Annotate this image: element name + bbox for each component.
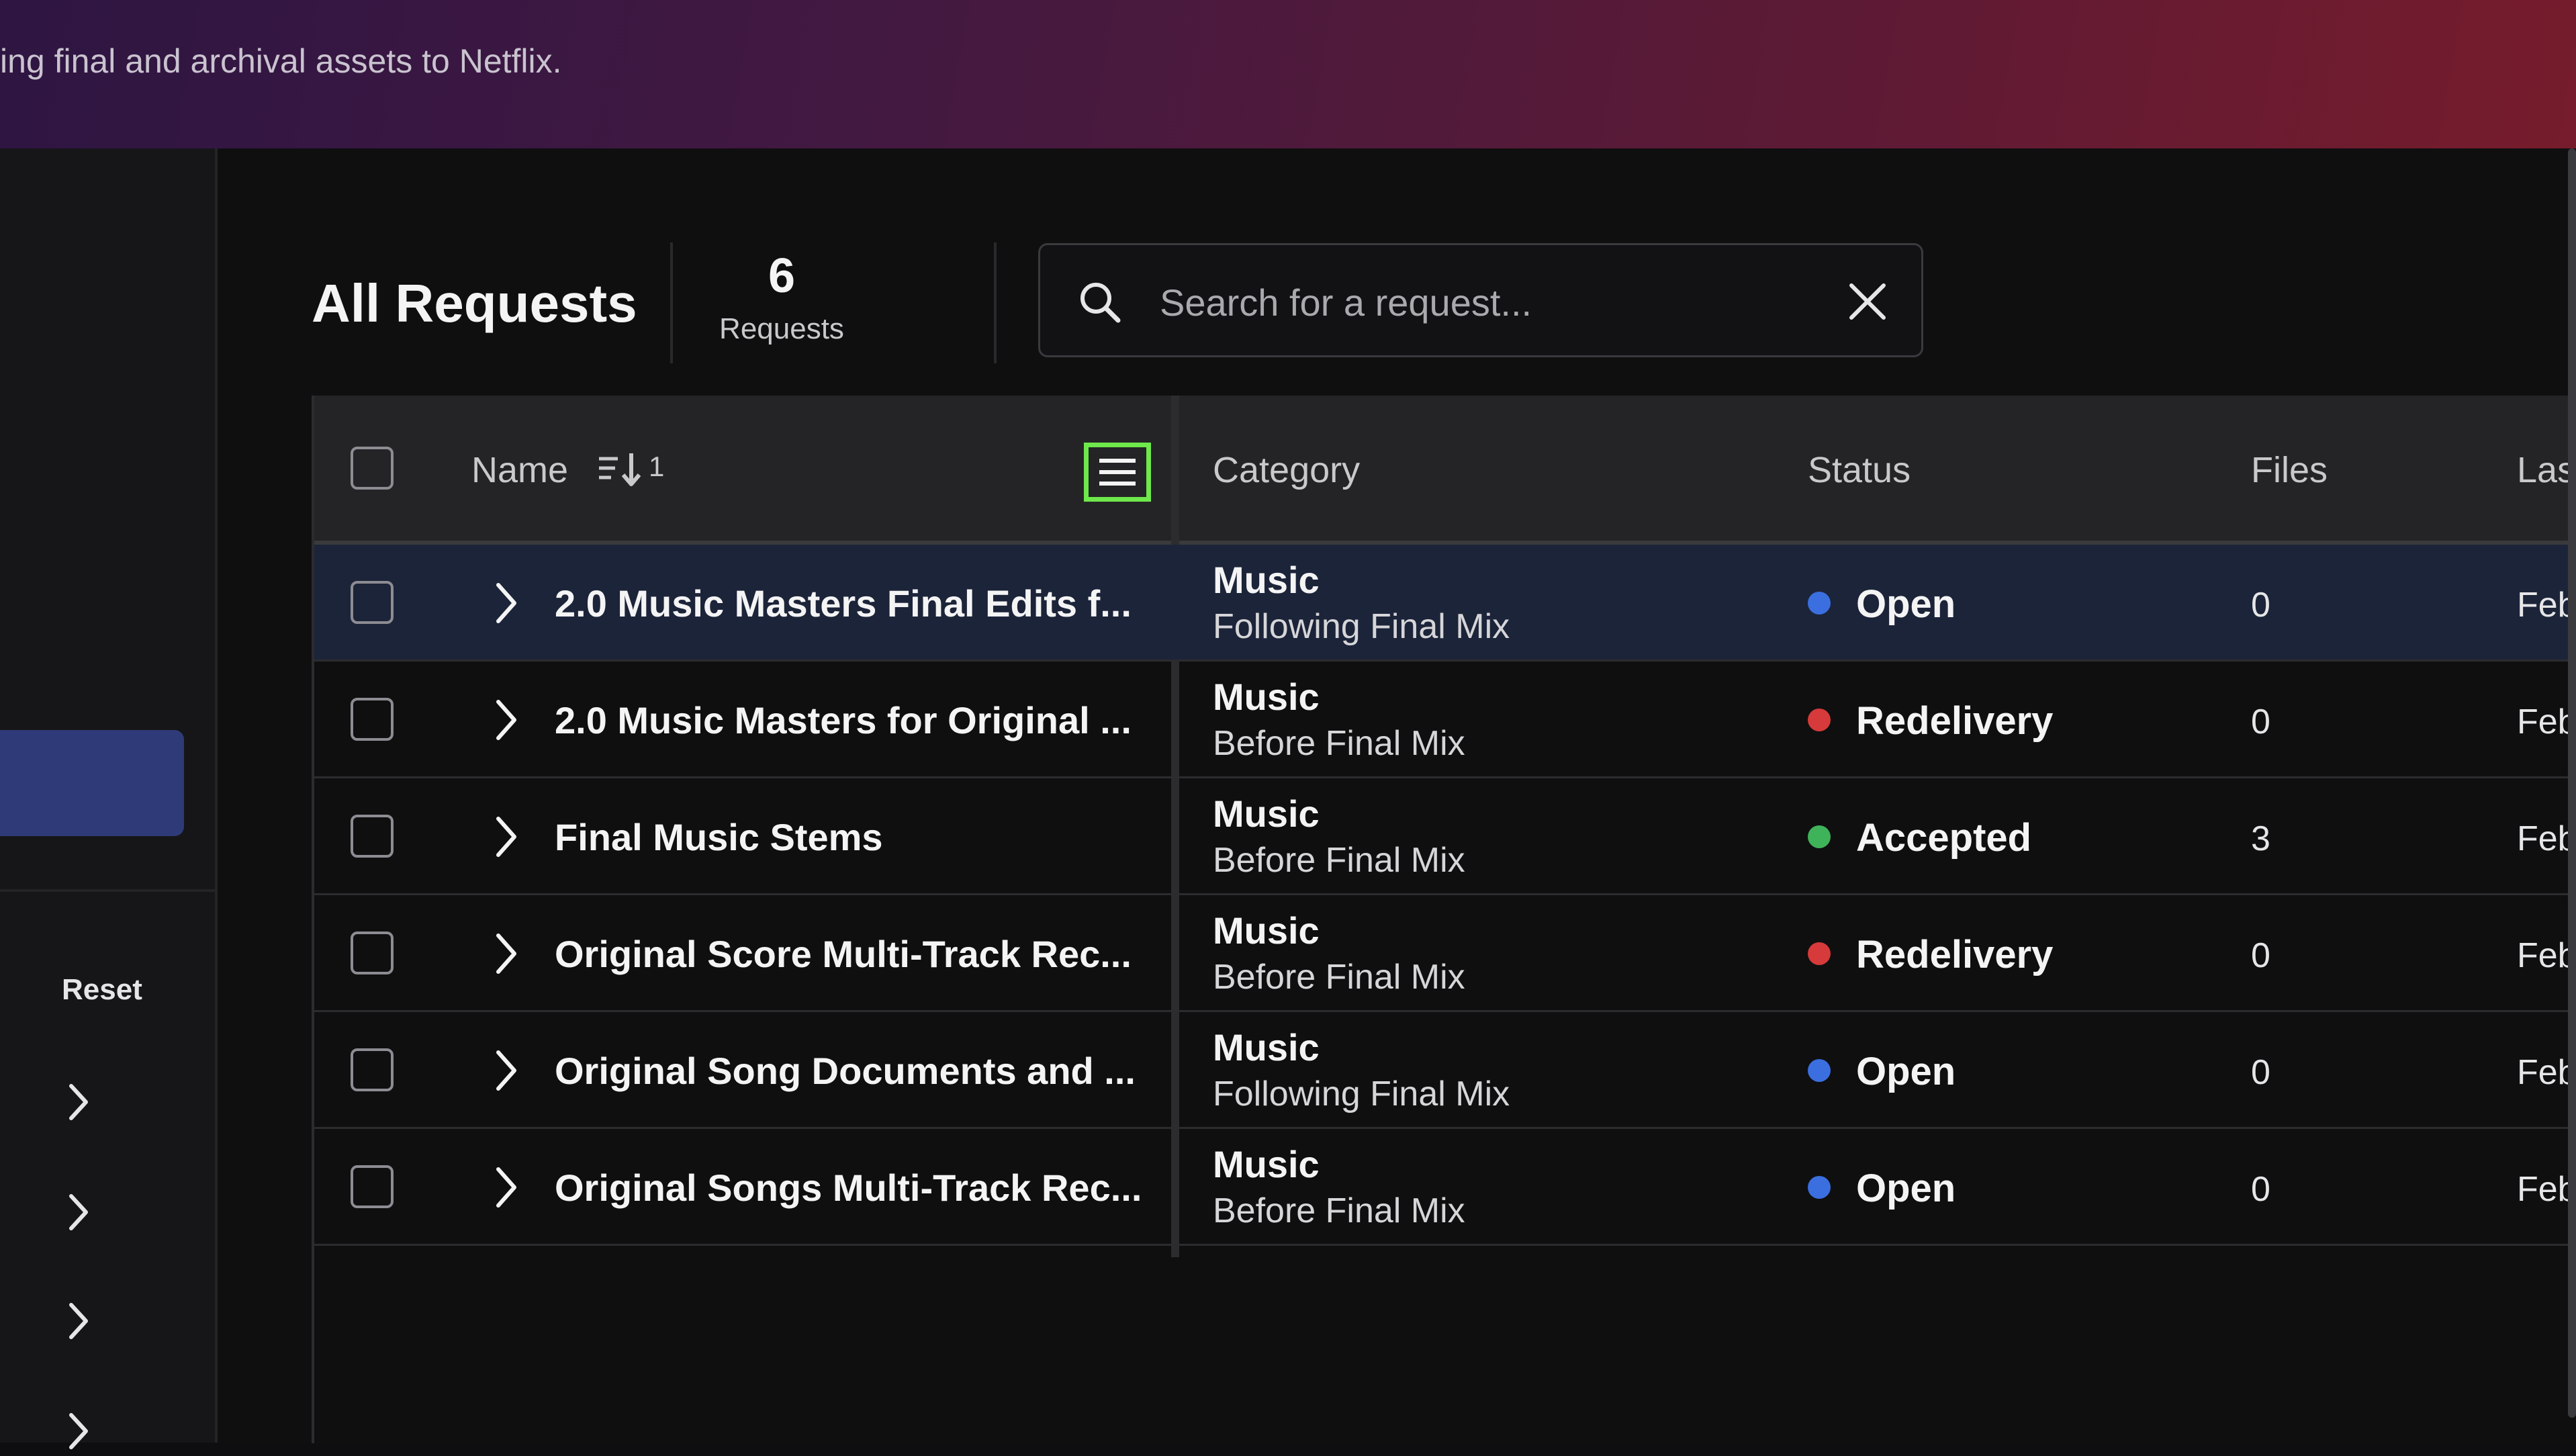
last-modified-date: Feb	[2517, 1053, 2576, 1092]
file-count: 0	[2251, 586, 2270, 625]
row-checkbox[interactable]	[351, 581, 394, 624]
status-badge: Open	[1856, 1167, 1956, 1210]
request-category: Music	[1213, 1026, 1320, 1068]
request-subcategory: Following Final Mix	[1213, 1075, 1510, 1113]
status-dot-redelivery	[1808, 709, 1831, 731]
search-icon	[1080, 283, 1121, 323]
chevron-right-icon[interactable]	[64, 1411, 91, 1451]
table-row[interactable]: Original Songs Multi-Track Rec... Music …	[314, 1129, 2576, 1246]
status-badge: Open	[1856, 1050, 1956, 1093]
status-dot-open	[1808, 592, 1831, 615]
header-divider	[994, 242, 997, 363]
file-count: 0	[2251, 1053, 2270, 1092]
header-divider	[670, 242, 673, 363]
file-count: 3	[2251, 819, 2270, 858]
request-name[interactable]: Original Songs Multi-Track Rec...	[555, 1166, 1142, 1210]
chevron-right-icon[interactable]	[64, 1301, 91, 1341]
last-modified-date: Feb	[2517, 819, 2576, 858]
status-badge: Redelivery	[1856, 933, 2054, 976]
vertical-scrollbar[interactable]	[2568, 148, 2576, 1418]
file-count: 0	[2251, 936, 2270, 975]
request-subcategory: Before Final Mix	[1213, 724, 1465, 763]
table-row[interactable]: Original Song Documents and ... Music Fo…	[314, 1012, 2576, 1129]
chevron-right-icon[interactable]	[64, 1082, 91, 1122]
request-category: Music	[1213, 676, 1320, 718]
request-category: Music	[1213, 792, 1320, 835]
page-title: All Requests	[312, 273, 637, 333]
column-header-name[interactable]: Name	[471, 449, 568, 491]
request-name[interactable]: 2.0 Music Masters Final Edits f...	[555, 582, 1132, 625]
row-checkbox[interactable]	[351, 815, 394, 858]
status-dot-open	[1808, 1176, 1831, 1199]
menu-icon	[1099, 459, 1136, 486]
file-count: 0	[2251, 702, 2270, 741]
column-header-status[interactable]: Status	[1808, 449, 1911, 491]
table-header: Name 1 Category Status Files Las	[314, 396, 2576, 545]
request-name[interactable]: Final Music Stems	[555, 815, 883, 859]
main-content: All Requests 6 Requests Name	[218, 148, 2576, 1443]
row-checkbox[interactable]	[351, 1165, 394, 1208]
last-modified-date: Feb	[2517, 1170, 2576, 1209]
column-menu-button[interactable]	[1084, 443, 1151, 502]
request-count-value: 6	[768, 249, 796, 303]
last-modified-date: Feb	[2517, 702, 2576, 741]
request-category: Music	[1213, 909, 1320, 952]
table-row[interactable]: 2.0 Music Masters for Original ... Music…	[314, 662, 2576, 778]
chevron-right-icon[interactable]	[492, 813, 520, 860]
status-badge: Accepted	[1856, 816, 2032, 860]
status-badge: Redelivery	[1856, 699, 2054, 743]
status-badge: Open	[1856, 582, 1956, 626]
sort-order-indicator: 1	[649, 451, 665, 482]
search-box	[1038, 243, 1923, 357]
table-row[interactable]: Original Score Multi-Track Rec... Music …	[314, 895, 2576, 1012]
chevron-right-icon[interactable]	[492, 930, 520, 977]
status-dot-redelivery	[1808, 942, 1831, 965]
column-header-last-modified[interactable]: Las	[2517, 449, 2575, 491]
request-subcategory: Before Final Mix	[1213, 841, 1465, 880]
row-checkbox[interactable]	[351, 1048, 394, 1091]
chevron-right-icon[interactable]	[64, 1192, 91, 1232]
request-subcategory: Following Final Mix	[1213, 607, 1510, 646]
request-name[interactable]: Original Score Multi-Track Rec...	[555, 932, 1132, 976]
column-header-files[interactable]: Files	[2251, 449, 2328, 491]
request-count: 6 Requests	[674, 249, 889, 346]
reset-filters-button[interactable]: Reset	[62, 973, 142, 1007]
row-checkbox[interactable]	[351, 931, 394, 974]
last-modified-date: Feb	[2517, 936, 2576, 975]
chevron-right-icon[interactable]	[492, 1164, 520, 1211]
request-count-label: Requests	[719, 312, 844, 345]
request-subcategory: Before Final Mix	[1213, 1191, 1465, 1230]
request-category: Music	[1213, 1143, 1320, 1185]
header-banner: ing final and archival assets to Netflix…	[0, 0, 2576, 148]
request-name[interactable]: 2.0 Music Masters for Original ...	[555, 698, 1132, 742]
sidebar-selected-item[interactable]	[0, 730, 184, 836]
column-header-category[interactable]: Category	[1213, 449, 1360, 491]
request-name[interactable]: Original Song Documents and ...	[555, 1049, 1136, 1093]
close-icon[interactable]	[1846, 280, 1889, 323]
search-input[interactable]	[1158, 269, 1765, 335]
banner-description: ing final and archival assets to Netflix…	[0, 42, 562, 80]
page: ing final and archival assets to Netflix…	[0, 0, 2576, 1456]
status-dot-open	[1808, 1059, 1831, 1082]
requests-table: Name 1 Category Status Files Las 2.0 Mus…	[312, 396, 2576, 1443]
request-subcategory: Before Final Mix	[1213, 958, 1465, 997]
chevron-right-icon[interactable]	[492, 696, 520, 743]
table-row[interactable]: Final Music Stems Music Before Final Mix…	[314, 778, 2576, 895]
last-modified-date: Feb	[2517, 586, 2576, 625]
table-row[interactable]: 2.0 Music Masters Final Edits f... Music…	[314, 545, 2576, 662]
file-count: 0	[2251, 1170, 2270, 1209]
sidebar: Reset	[0, 148, 218, 1449]
status-dot-accepted	[1808, 825, 1831, 848]
sidebar-divider	[0, 889, 215, 892]
request-category: Music	[1213, 559, 1320, 601]
row-checkbox[interactable]	[351, 698, 394, 741]
chevron-right-icon[interactable]	[492, 580, 520, 627]
chevron-right-icon[interactable]	[492, 1047, 520, 1094]
select-all-checkbox[interactable]	[351, 447, 394, 490]
